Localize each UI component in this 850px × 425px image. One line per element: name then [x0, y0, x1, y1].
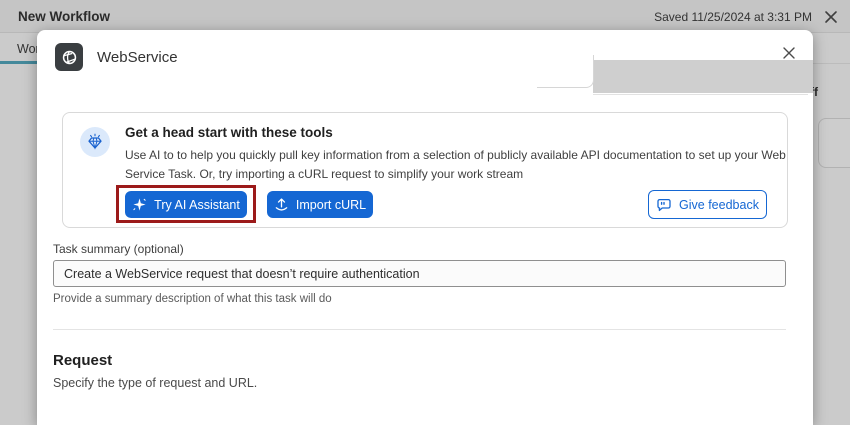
gem-icon [80, 127, 110, 157]
background-card-remnant [818, 118, 850, 168]
modal-title: WebService [97, 49, 178, 66]
task-summary-input[interactable] [53, 260, 786, 287]
tools-heading: Get a head start with these tools [125, 125, 333, 140]
section-divider [53, 329, 786, 330]
composite-artifact-line [593, 94, 808, 95]
task-summary-label: Task summary (optional) [53, 242, 184, 256]
page-header: New Workflow Saved 11/25/2024 at 3:31 PM [0, 0, 850, 33]
feedback-bubble-icon [656, 197, 672, 213]
tools-description: Use AI to to help you quickly pull key i… [125, 146, 801, 184]
screen: New Workflow Saved 11/25/2024 at 3:31 PM… [0, 0, 850, 425]
modal-close-icon[interactable] [781, 45, 797, 61]
task-summary-helper: Provide a summary description of what th… [53, 293, 332, 305]
ai-tools-panel: Get a head start with these tools Use AI… [62, 112, 788, 228]
give-feedback-button[interactable]: Give feedback [648, 190, 767, 219]
saved-status: Saved 11/25/2024 at 3:31 PM [654, 10, 812, 24]
tab-active-underline [0, 61, 38, 64]
request-heading: Request [53, 352, 112, 369]
webservice-modal: WebService Get a head start with these t… [37, 30, 813, 425]
modal-header: WebService [37, 30, 813, 86]
try-ai-assistant-label: Try AI Assistant [154, 198, 240, 212]
import-curl-button[interactable]: Import cURL [267, 191, 373, 218]
tabbar-border [812, 63, 850, 64]
upload-icon [274, 197, 289, 212]
sparkle-icon [132, 197, 147, 212]
webservice-globe-icon [55, 43, 83, 71]
page-title: New Workflow [18, 9, 110, 24]
import-curl-label: Import cURL [296, 198, 366, 212]
request-description: Specify the type of request and URL. [53, 376, 257, 390]
page-close-icon[interactable] [824, 10, 838, 24]
try-ai-assistant-button[interactable]: Try AI Assistant [125, 191, 247, 218]
give-feedback-label: Give feedback [679, 198, 759, 212]
